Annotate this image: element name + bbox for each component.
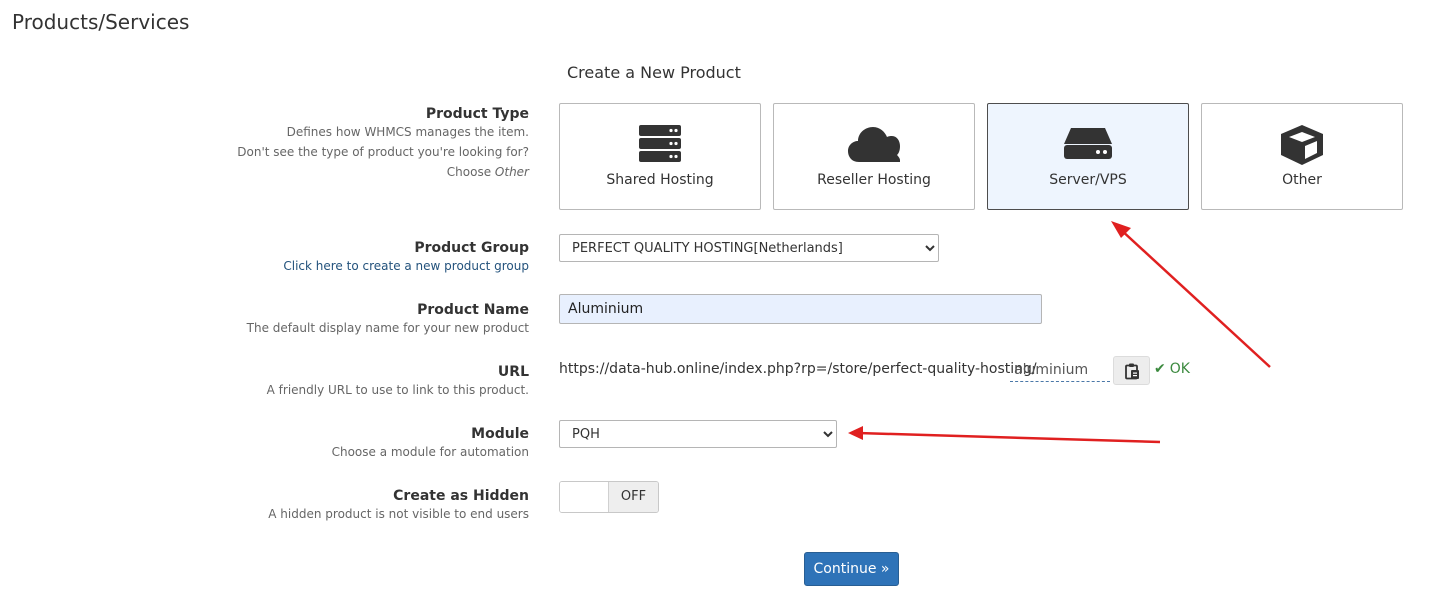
- module-label-group: Module Choose a module for automation: [332, 426, 529, 462]
- product-type-server-vps[interactable]: Server/VPS: [987, 103, 1189, 210]
- toggle-state: OFF: [608, 482, 658, 512]
- product-group-label: Product Group: [414, 240, 529, 256]
- module-select[interactable]: PQH: [559, 420, 837, 448]
- product-name-label-group: Product Name The default display name fo…: [247, 302, 529, 338]
- clipboard-icon: [1125, 363, 1139, 380]
- server-stack-icon: [560, 124, 760, 166]
- continue-button[interactable]: Continue »: [804, 552, 899, 586]
- product-name-input[interactable]: [559, 294, 1042, 324]
- product-type-name: Reseller Hosting: [817, 172, 931, 188]
- product-type-label: Product Type: [425, 106, 529, 122]
- hidden-help: A hidden product is not visible to end u…: [268, 507, 529, 521]
- module-label: Module: [471, 426, 529, 442]
- annotation-arrow-server-vps: [1111, 221, 1271, 368]
- product-group-label-group: Product Group Click here to create a new…: [283, 240, 529, 276]
- product-name-label: Product Name: [417, 302, 529, 318]
- product-type-other[interactable]: Other: [1201, 103, 1403, 210]
- product-type-help-3-prefix: Choose: [446, 165, 495, 179]
- product-type-name: Other: [1282, 172, 1322, 188]
- url-help: A friendly URL to use to link to this pr…: [266, 383, 529, 397]
- product-type-help-2: Don't see the type of product you're loo…: [237, 145, 529, 159]
- hard-drive-icon: [988, 124, 1188, 166]
- product-type-help-3-emphasis: Other: [494, 165, 529, 179]
- product-type-help-1: Defines how WHMCS manages the item.: [286, 125, 529, 139]
- create-product-group-link[interactable]: Click here to create a new product group: [283, 256, 529, 276]
- product-type-name: Shared Hosting: [606, 172, 714, 188]
- url-status-text: OK: [1169, 361, 1190, 377]
- toggle-knob: [560, 482, 609, 512]
- url-label-group: URL A friendly URL to use to link to thi…: [267, 364, 529, 400]
- url-prefix: https://data-hub.online/index.php?rp=/st…: [559, 361, 1037, 377]
- product-name-help: The default display name for your new pr…: [246, 321, 529, 335]
- url-label: URL: [497, 364, 529, 380]
- module-help: Choose a module for automation: [331, 445, 529, 459]
- hidden-toggle[interactable]: OFF: [559, 481, 659, 513]
- url-status: ✔ OK: [1154, 361, 1190, 377]
- check-icon: ✔: [1154, 361, 1166, 377]
- annotation-arrow-module: [848, 426, 1161, 444]
- product-type-shared-hosting[interactable]: Shared Hosting: [559, 103, 761, 210]
- page-title: Products/Services: [12, 10, 190, 34]
- copy-url-button[interactable]: [1113, 356, 1150, 385]
- product-type-name: Server/VPS: [1049, 172, 1127, 188]
- hidden-label-group: Create as Hidden A hidden product is not…: [268, 488, 529, 524]
- hidden-label: Create as Hidden: [393, 488, 529, 504]
- product-type-reseller-hosting[interactable]: Reseller Hosting: [773, 103, 975, 210]
- product-type-help-3: Choose Other: [237, 162, 529, 182]
- url-slug-input[interactable]: [1010, 358, 1110, 382]
- product-group-select[interactable]: PERFECT QUALITY HOSTING[Netherlands]: [559, 234, 939, 262]
- product-type-label-group: Product Type Defines how WHMCS manages t…: [237, 106, 529, 182]
- form-heading: Create a New Product: [567, 63, 741, 82]
- cloud-icon: [774, 124, 974, 166]
- cube-icon: [1202, 124, 1402, 166]
